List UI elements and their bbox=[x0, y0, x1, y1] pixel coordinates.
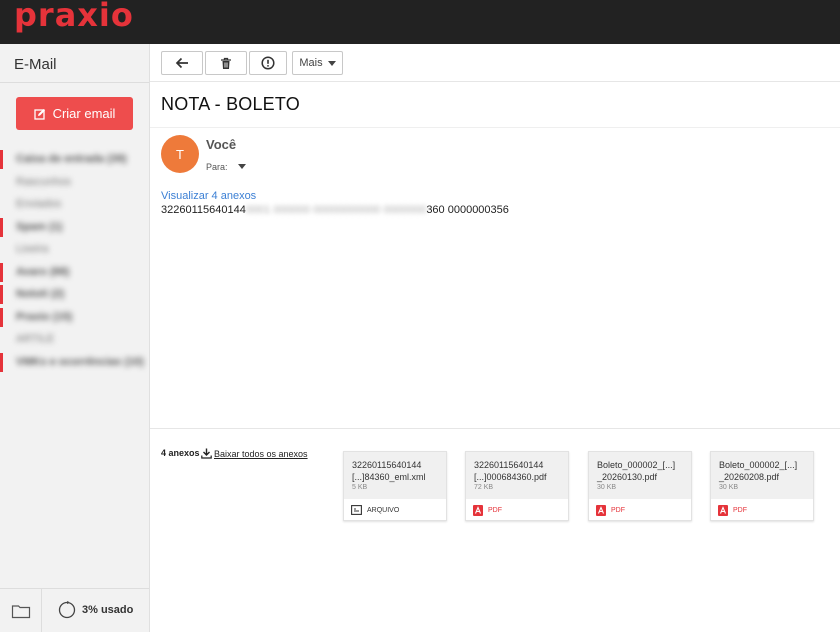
attachment-card[interactable]: Boleto_000002_[...] _20260130.pdf 30 KB … bbox=[588, 451, 692, 521]
sender-name: Você bbox=[206, 137, 237, 152]
body-text-redacted: 0001 000000 00000000000 0000000 bbox=[245, 204, 427, 216]
attachment-type: PDF bbox=[733, 506, 747, 514]
folder-item[interactable]: Rascunhos bbox=[0, 171, 149, 194]
attachment-type: PDF bbox=[611, 506, 625, 514]
attachment-name: _20260130.pdf bbox=[597, 472, 658, 482]
attachment-name: _20260208.pdf bbox=[719, 472, 780, 482]
message-pane: Mais NOTA - BOLETO T Você Para: Visualiz… bbox=[150, 44, 840, 632]
download-all-link[interactable]: Baixar todos os anexos bbox=[201, 448, 308, 459]
body-text-start: 32260115640144 bbox=[161, 204, 246, 216]
download-all-label: Baixar todos os anexos bbox=[214, 448, 308, 459]
attachment-size: 72 KB bbox=[474, 484, 494, 491]
message-body: 32260115640144 0001 000000 00000000000 00… bbox=[161, 204, 509, 216]
folder-item[interactable]: Caixa de entrada (39) bbox=[0, 148, 149, 171]
attachment-name: [...]000684360.pdf bbox=[474, 472, 547, 482]
storage-usage: 3% usado bbox=[58, 601, 133, 619]
folder-label: Avaro (88) bbox=[16, 265, 70, 278]
message-subject: NOTA - BOLETO bbox=[161, 94, 300, 114]
storage-usage-label: 3% usado bbox=[82, 604, 134, 616]
sidebar-title: E-Mail bbox=[14, 56, 57, 73]
attachment-size: 30 KB bbox=[719, 484, 739, 491]
folder-label: ARTILE bbox=[16, 333, 55, 346]
more-dropdown[interactable]: Mais bbox=[292, 51, 343, 75]
divider bbox=[150, 428, 840, 429]
sidebar-footer: 3% usado bbox=[0, 588, 149, 632]
attachment-name: Boleto_000002_[...] bbox=[597, 460, 676, 470]
folder-label: Nototi (2) bbox=[16, 288, 65, 301]
folder-label: Enviados bbox=[16, 198, 62, 211]
folder-label: VMKs e ocorrências (10) bbox=[16, 355, 144, 368]
recipients-label: Para: bbox=[206, 162, 228, 172]
folder-item[interactable]: Nototi (2) bbox=[0, 283, 149, 306]
attachment-type: ARQUIVO bbox=[367, 506, 400, 514]
praxio-logo[interactable]: praxio bbox=[14, 0, 134, 31]
folder-item[interactable]: Avaro (88) bbox=[0, 261, 149, 284]
pdf-icon bbox=[473, 504, 483, 516]
download-icon bbox=[201, 448, 212, 459]
folder-label: Spam (1) bbox=[16, 220, 63, 233]
folder-item[interactable]: Lixeira bbox=[0, 238, 149, 261]
alert-circle-icon bbox=[261, 56, 275, 70]
attachment-card[interactable]: 32260115640144 [...]000684360.pdf 72 KB … bbox=[465, 451, 569, 521]
folder-label: Rascunhos bbox=[16, 175, 72, 188]
folder-item[interactable]: Enviados bbox=[0, 193, 149, 216]
folder-label: Lixeira bbox=[16, 243, 49, 256]
folder-item[interactable]: Spam (1) bbox=[0, 216, 149, 239]
attachment-name: [...]84360_eml.xml bbox=[352, 472, 426, 482]
folder-list: Caixa de entrada (39) Rascunhos Enviados… bbox=[0, 148, 149, 373]
create-email-button[interactable]: Criar email bbox=[16, 97, 133, 130]
sidebar: E-Mail Criar email Caixa de entrada (39)… bbox=[0, 44, 150, 632]
folder-label: Praxio (15) bbox=[16, 310, 73, 323]
storage-gauge-icon bbox=[58, 601, 76, 619]
report-button[interactable] bbox=[249, 51, 287, 75]
compose-icon bbox=[33, 108, 45, 120]
attachment-name: 32260115640144 bbox=[474, 460, 544, 470]
caret-down-icon bbox=[327, 60, 336, 66]
folder-label: Caixa de entrada (39) bbox=[16, 153, 127, 166]
pdf-icon bbox=[718, 504, 728, 516]
folder-item[interactable]: VMKs e ocorrências (10) bbox=[0, 351, 149, 374]
folder-icon bbox=[11, 605, 30, 619]
attachment-size: 5 KB bbox=[352, 484, 368, 491]
pdf-icon bbox=[596, 504, 606, 516]
top-bar: praxio bbox=[0, 0, 840, 44]
divider bbox=[0, 82, 149, 83]
back-button[interactable] bbox=[161, 51, 203, 75]
body-text-end: 360 0000000356 bbox=[426, 204, 509, 216]
toolbar: Mais bbox=[150, 44, 840, 82]
attachment-name: 32260115640144 bbox=[352, 460, 422, 470]
recipients-toggle-icon[interactable] bbox=[238, 164, 246, 169]
attachment-name: Boleto_000002_[...] bbox=[719, 460, 798, 470]
attachment-card[interactable]: 32260115640144 [...]84360_eml.xml 5 KB A… bbox=[343, 451, 447, 521]
divider bbox=[150, 127, 840, 128]
arrow-left-icon bbox=[175, 57, 188, 69]
folder-item[interactable]: Praxio (15) bbox=[0, 306, 149, 329]
view-attachments-link[interactable]: Visualizar 4 anexos bbox=[161, 190, 256, 202]
more-label: Mais bbox=[299, 57, 323, 69]
attachment-size: 30 KB bbox=[597, 484, 617, 491]
attachment-type: PDF bbox=[488, 506, 502, 514]
avatar: T bbox=[161, 135, 199, 173]
trash-icon bbox=[221, 57, 231, 69]
delete-button[interactable] bbox=[205, 51, 247, 75]
file-icon bbox=[351, 505, 362, 515]
folder-item[interactable]: ARTILE bbox=[0, 328, 149, 351]
attachment-card[interactable]: Boleto_000002_[...] _20260208.pdf 30 KB … bbox=[710, 451, 814, 521]
create-email-label: Criar email bbox=[52, 106, 116, 121]
attachments-count: 4 anexos bbox=[161, 448, 200, 458]
folders-button[interactable] bbox=[0, 589, 42, 632]
